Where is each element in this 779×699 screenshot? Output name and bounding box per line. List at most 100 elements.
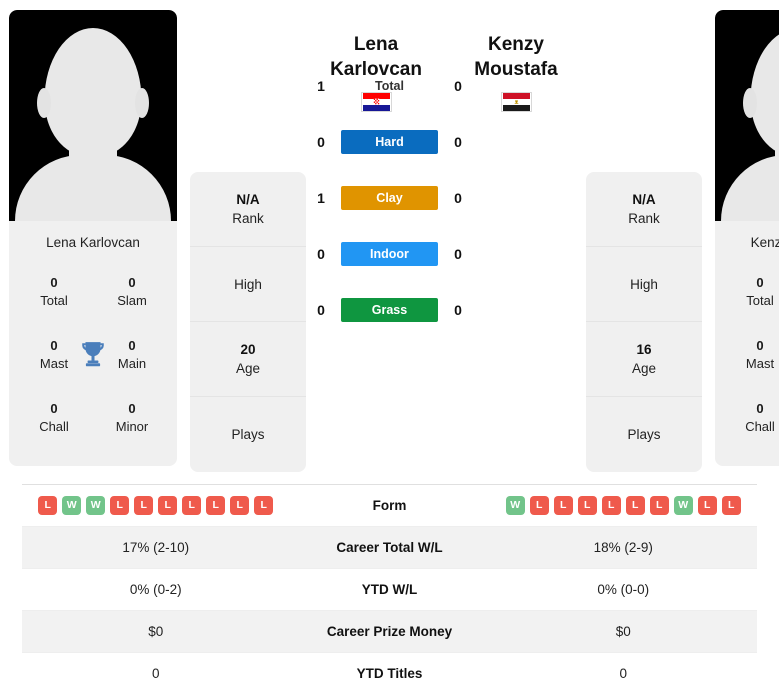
titles-total-value-left: 0 bbox=[50, 275, 58, 290]
form-badge-loss[interactable]: L bbox=[110, 496, 130, 515]
avatar-ear-left bbox=[743, 88, 757, 118]
table-row: L W W L L L L L L L Form W L L L L L L W L L bbox=[22, 485, 757, 527]
h2h-first-name-left: Lena bbox=[353, 34, 399, 55]
h2h-score-left-grass: 0 bbox=[317, 302, 325, 318]
titles-grid-right: 0 Total 0 Slam 0 Mast bbox=[715, 265, 779, 466]
form-badge-win[interactable]: W bbox=[673, 496, 693, 515]
form-badge-loss[interactable]: L bbox=[649, 496, 669, 515]
player-name-left: Lena Karlovcan bbox=[9, 221, 177, 265]
form-badge-loss[interactable]: L bbox=[254, 496, 274, 515]
form-badge-win[interactable]: W bbox=[505, 496, 525, 515]
table-row: 17% (2-10) Career Total W/L 18% (2-9) bbox=[22, 527, 757, 569]
player-name-right: Kenzy Moustafa bbox=[715, 221, 779, 265]
info-plays-right: Plays bbox=[586, 397, 702, 472]
h2h-row-indoor: 0 Indoor 0 bbox=[301, 226, 478, 282]
form-badge-loss[interactable]: L bbox=[553, 496, 573, 515]
h2h-row-clay: 1 Clay 0 bbox=[301, 170, 478, 226]
form-badge-loss[interactable]: L bbox=[529, 496, 549, 515]
comparison-stats-table: L W W L L L L L L L Form W L L L L L L W L L 17% (2-10) Career… bbox=[22, 484, 757, 694]
stat-value-left: 17% (2-10) bbox=[122, 540, 190, 555]
info-plays-label-right: Plays bbox=[627, 427, 661, 442]
titles-total-right: 0 Total bbox=[721, 265, 779, 328]
info-high-left: High bbox=[190, 247, 306, 322]
info-high-label-left: High bbox=[234, 276, 262, 292]
titles-row-2: 0 Mast 0 Main bbox=[721, 328, 779, 391]
titles-minor-label-left: Minor bbox=[115, 419, 149, 434]
info-age-left: 20 Age bbox=[190, 322, 306, 397]
info-rank-value-right: N/A bbox=[632, 192, 656, 207]
titles-row-1: 0 Total 0 Slam bbox=[721, 265, 779, 328]
titles-chall-label-right: Chall bbox=[745, 419, 775, 434]
info-rank-right: N/A Rank bbox=[586, 172, 702, 247]
form-badge-loss[interactable]: L bbox=[206, 496, 226, 515]
form-badge-loss[interactable]: L bbox=[601, 496, 621, 515]
h2h-score-left-indoor: 0 bbox=[317, 246, 325, 262]
form-badge-loss[interactable]: L bbox=[38, 496, 58, 515]
flag-egypt-icon bbox=[500, 92, 532, 112]
form-badge-win[interactable]: W bbox=[62, 496, 82, 515]
form-badge-loss[interactable]: L bbox=[721, 496, 741, 515]
info-age-value-left: 20 bbox=[240, 342, 256, 357]
stat-value-right: 0 bbox=[619, 666, 627, 681]
titles-row-3: 0 Chall 0 Minor bbox=[15, 391, 171, 454]
h2h-first-name-right: Kenzy bbox=[488, 34, 544, 55]
stat-value-right: 0% (0-0) bbox=[597, 582, 650, 597]
info-high-right: High bbox=[586, 247, 702, 322]
info-rank-value-left: N/A bbox=[236, 192, 260, 207]
player-info-card-left: N/A Rank High 20 Age Plays bbox=[190, 172, 306, 472]
titles-row-1: 0 Total 0 Slam bbox=[15, 265, 171, 328]
trophy-icon bbox=[82, 342, 104, 367]
form-badge-loss[interactable]: L bbox=[134, 496, 154, 515]
form-badge-loss[interactable]: L bbox=[697, 496, 717, 515]
info-age-label-right: Age bbox=[631, 361, 657, 376]
player-photo-left bbox=[9, 10, 177, 221]
titles-minor-left: 0 Minor bbox=[93, 391, 171, 454]
stat-value-right: WLLLLLLWLL bbox=[490, 496, 758, 515]
titles-grid-left: 0 Total 0 Slam 0 Mast 0 Main 0 Chall 0 M… bbox=[9, 265, 177, 466]
stat-value-left: LWWLLLLLLL bbox=[22, 496, 290, 515]
info-rank-label-right: Rank bbox=[628, 211, 660, 226]
stat-value-left: 0% (0-2) bbox=[129, 582, 182, 597]
titles-slam-label-left: Slam bbox=[117, 293, 147, 308]
titles-chall-left: 0 Chall bbox=[15, 391, 93, 454]
h2h-score-right-clay: 0 bbox=[454, 190, 462, 206]
h2h-row-total: 1 Total 0 bbox=[301, 58, 478, 114]
h2h-score-left-total: 1 bbox=[317, 78, 325, 94]
form-badge-loss[interactable]: L bbox=[230, 496, 250, 515]
form-badge-loss[interactable]: L bbox=[158, 496, 178, 515]
avatar-body bbox=[15, 155, 171, 221]
titles-total-label-left: Total bbox=[40, 293, 68, 308]
form-badge-loss[interactable]: L bbox=[182, 496, 202, 515]
titles-chall-label-left: Chall bbox=[39, 419, 69, 434]
player-card-left[interactable]: Lena Karlovcan 0 Total 0 Slam 0 Mast 0 M… bbox=[9, 10, 177, 466]
surface-label-grass[interactable]: Grass bbox=[341, 298, 438, 322]
info-high-label-right: High bbox=[630, 276, 658, 292]
player-photo-right bbox=[715, 10, 779, 221]
form-badge-loss[interactable]: L bbox=[625, 496, 645, 515]
h2h-score-left-clay: 1 bbox=[317, 190, 325, 206]
info-plays-label-left: Plays bbox=[231, 427, 265, 442]
table-row: 0% (0-2) YTD W/L 0% (0-0) bbox=[22, 569, 757, 611]
info-plays-left: Plays bbox=[190, 397, 306, 472]
titles-chall-value-right: 0 bbox=[756, 401, 764, 416]
surface-label-total[interactable]: Total bbox=[341, 79, 438, 93]
info-rank-label-left: Rank bbox=[232, 211, 264, 226]
info-age-right: 16 Age bbox=[586, 322, 702, 397]
titles-total-value-right: 0 bbox=[756, 275, 764, 290]
surface-label-hard[interactable]: Hard bbox=[341, 130, 438, 154]
titles-slam-value-left: 0 bbox=[128, 275, 136, 290]
avatar-ear-left bbox=[37, 88, 51, 118]
titles-slam-left: 0 Slam bbox=[93, 265, 171, 328]
titles-row-2: 0 Mast 0 Main bbox=[15, 328, 171, 391]
form-badge-win[interactable]: W bbox=[86, 496, 106, 515]
form-badge-loss[interactable]: L bbox=[577, 496, 597, 515]
titles-mast-right: 0 Mast bbox=[721, 328, 779, 391]
table-row: 0 YTD Titles 0 bbox=[22, 653, 757, 694]
surface-label-indoor[interactable]: Indoor bbox=[341, 242, 438, 266]
stat-label: Career Total W/L bbox=[336, 540, 443, 555]
info-age-label-left: Age bbox=[235, 361, 261, 376]
avatar-ear-right bbox=[135, 88, 149, 118]
player-card-right[interactable]: Kenzy Moustafa 0 Total 0 Slam 0 Mast bbox=[715, 10, 779, 466]
stat-value-right: $0 bbox=[615, 624, 631, 639]
surface-label-clay[interactable]: Clay bbox=[341, 186, 438, 210]
